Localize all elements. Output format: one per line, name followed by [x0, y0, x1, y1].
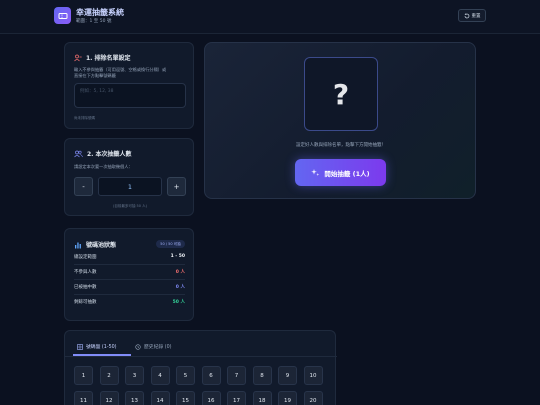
user-minus-icon — [74, 54, 82, 61]
bar-chart-icon — [75, 242, 81, 248]
number-tile[interactable]: 12 — [99, 391, 119, 405]
tab-board[interactable]: 號碼盤 (1-50) — [77, 343, 117, 350]
app-subtitle: 範圍：1 至 50 號 — [76, 19, 112, 24]
start-draw-label: 開始抽籤 (1人) — [324, 169, 370, 178]
number-tile[interactable]: 1 — [74, 366, 93, 385]
start-draw-button[interactable]: 開始抽籤 (1人) — [295, 159, 386, 186]
exclude-placeholder: 例如：5, 12, 38 — [80, 89, 114, 94]
pool-stat-row: 已被抽中數 0 人 — [74, 284, 185, 290]
pool-stat-value: 0 人 — [175, 270, 185, 275]
count-title-row: 2. 本次抽籤人數 — [74, 149, 132, 158]
top-bar: 幸運抽籤系統 範圍：1 至 50 號 重置 — [0, 0, 540, 34]
pool-title: 號碼池狀態 — [86, 242, 117, 249]
pool-stat-row: 剩餘可抽數 50 人 — [74, 299, 185, 305]
exclude-input[interactable]: 例如：5, 12, 38 — [74, 83, 186, 108]
pool-stat-value: 0 人 — [175, 285, 185, 290]
pool-card: 號碼池狀態 50 / 50 可抽 總設定範圍 1 - 50 不參與人數 0 人已被抽中… — [64, 228, 194, 321]
ticket-logo-icon — [54, 7, 71, 24]
tab-board-label: 號碼盤 (1-50) — [86, 345, 117, 350]
number-tile[interactable]: 14 — [150, 391, 170, 405]
number-tile[interactable]: 6 — [201, 366, 221, 385]
pool-badge: 50 / 50 可抽 — [156, 240, 185, 248]
number-tile[interactable]: 11 — [74, 391, 93, 405]
exclude-hint: 輸入不參與抽籤（可用逗號、空格或換行分隔）或 直接在下方點擊號碼籤 — [74, 67, 189, 79]
draw-hint: 設定好人數與排除名單，點擊下方開始抽籤！ — [296, 143, 386, 148]
decrement-button[interactable]: - — [74, 177, 93, 196]
number-tile[interactable]: 9 — [278, 366, 297, 385]
pool-stat-label: 不參與人數 — [74, 270, 97, 275]
exclude-title-row: 1. 排除名單設定 — [74, 53, 131, 62]
pool-stat-label: 已被抽中數 — [74, 285, 97, 290]
history-icon — [135, 343, 141, 350]
grid-icon — [77, 343, 83, 350]
pool-divider — [74, 264, 185, 265]
app-title: 幸運抽籤系統 — [76, 8, 124, 17]
number-tile[interactable]: 19 — [278, 391, 297, 405]
number-tile[interactable]: 16 — [201, 391, 221, 405]
pool-divider — [74, 279, 185, 280]
count-input[interactable]: 1 — [98, 177, 162, 196]
increment-button[interactable]: + — [167, 177, 186, 196]
reset-button[interactable]: 重置 — [458, 9, 486, 22]
pool-stat-value: 50 人 — [172, 300, 185, 305]
sparkles-icon — [311, 169, 320, 176]
draw-card: ? 設定好人數與排除名單，點擊下方開始抽籤！ 開始抽籤 (1人) — [204, 42, 476, 199]
number-tile[interactable]: 3 — [125, 366, 144, 385]
count-card: 2. 本次抽籤人數 請設定本次要一次抽取幾個人： - 1 + (目前最多可抽 5… — [64, 138, 194, 216]
count-title: 2. 本次抽籤人數 — [87, 151, 132, 158]
count-limit: (目前最多可抽 50 人) — [113, 204, 147, 208]
number-tile[interactable]: 7 — [227, 366, 246, 385]
number-tile[interactable]: 18 — [252, 391, 272, 405]
pool-stat-label: 總設定範圍 — [74, 255, 97, 260]
exclude-hint-line2: 直接在下方點擊號碼籤 — [74, 73, 116, 78]
number-board-card: 號碼盤 (1-50) 歷史紀錄 (0) 1 2 3 4 5 6 7 8 9 10 11 12 13 14 1… — [64, 330, 337, 405]
tab-history[interactable]: 歷史紀錄 (0) — [135, 343, 172, 350]
number-tile[interactable]: 8 — [252, 366, 272, 385]
number-tile[interactable]: 4 — [150, 366, 170, 385]
result-box: ? — [304, 57, 378, 131]
number-tile[interactable]: 15 — [176, 391, 195, 405]
exclude-title: 1. 排除名單設定 — [86, 55, 131, 62]
reset-label: 重置 — [471, 13, 481, 19]
number-tile[interactable]: 5 — [176, 366, 195, 385]
number-tile[interactable]: 2 — [99, 366, 119, 385]
pool-divider — [74, 294, 185, 295]
pool-stat-row: 不參與人數 0 人 — [74, 269, 185, 275]
number-tile[interactable]: 13 — [125, 391, 144, 405]
tab-divider — [65, 356, 337, 357]
exclude-status: 尚未排除號碼 — [74, 116, 95, 120]
reset-icon — [464, 12, 469, 18]
exclude-card: 1. 排除名單設定 輸入不參與抽籤（可用逗號、空格或換行分隔）或 直接在下方點擊… — [64, 42, 194, 129]
count-hint: 請設定本次要一次抽取幾個人： — [74, 164, 133, 169]
tab-history-label: 歷史紀錄 (0) — [144, 345, 172, 350]
number-tile[interactable]: 20 — [303, 391, 323, 405]
users-icon — [74, 150, 83, 157]
number-tile[interactable]: 17 — [227, 391, 246, 405]
number-tile[interactable]: 10 — [303, 366, 323, 385]
pool-title-row: 號碼池狀態 — [74, 240, 116, 249]
pool-stat-value: 1 - 50 — [170, 254, 185, 259]
pool-stat-row: 總設定範圍 1 - 50 — [74, 254, 185, 260]
pool-stat-label: 剩餘可抽數 — [74, 300, 97, 305]
